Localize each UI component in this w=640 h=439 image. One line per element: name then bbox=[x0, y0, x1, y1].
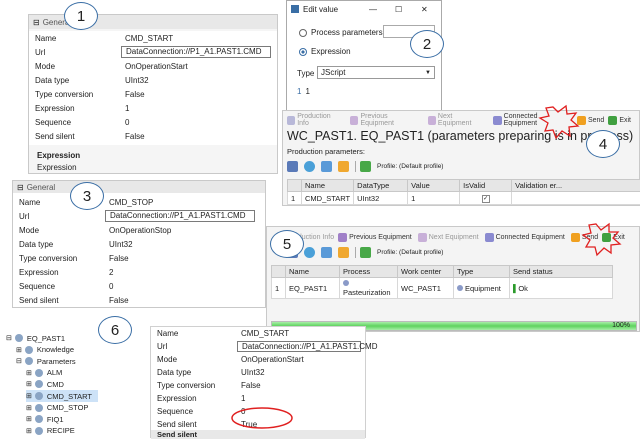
callout-5: 5 bbox=[270, 230, 304, 258]
callout-1: 1 bbox=[64, 2, 98, 30]
callout-3: 3 bbox=[70, 182, 104, 210]
highlight-overlay bbox=[0, 0, 640, 438]
send-burst-icon bbox=[540, 106, 578, 138]
callout-2: 2 bbox=[410, 30, 444, 58]
callout-4: 4 bbox=[586, 130, 620, 158]
highlight-ellipse bbox=[232, 408, 292, 428]
callout-6: 6 bbox=[98, 316, 132, 344]
exit-burst-icon bbox=[583, 224, 620, 255]
